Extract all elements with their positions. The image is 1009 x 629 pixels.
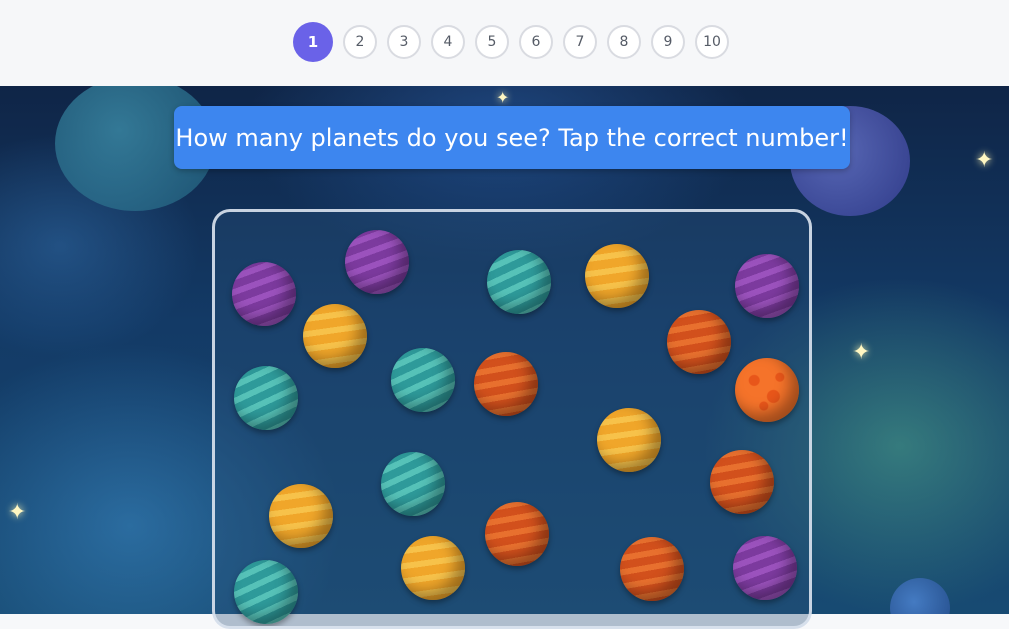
planet-icon xyxy=(487,250,551,314)
planet-icon xyxy=(234,560,298,624)
planet-icon xyxy=(585,244,649,308)
page-button-6[interactable]: 6 xyxy=(519,25,553,59)
planet-icon xyxy=(710,450,774,514)
planet-icon xyxy=(381,452,445,516)
planet-icon xyxy=(269,484,333,548)
planet-icon xyxy=(232,262,296,326)
page-button-7[interactable]: 7 xyxy=(563,25,597,59)
planet-icon xyxy=(735,254,799,318)
planet-icon xyxy=(733,536,797,600)
planet-icon xyxy=(735,358,799,422)
planet-icon xyxy=(474,352,538,416)
planet-icon xyxy=(667,310,731,374)
planet-icon xyxy=(391,348,455,412)
planet-icon xyxy=(597,408,661,472)
planet-icon xyxy=(345,230,409,294)
question-prompt: How many planets do you see? Tap the cor… xyxy=(174,106,850,169)
star-icon: ✦ xyxy=(8,500,27,525)
page-button-1[interactable]: 1 xyxy=(293,22,333,62)
page-button-8[interactable]: 8 xyxy=(607,25,641,59)
top-bar: 1 2 3 4 5 6 7 8 9 10 xyxy=(0,0,1009,86)
page-button-2[interactable]: 2 xyxy=(343,25,377,59)
question-pagination: 1 2 3 4 5 6 7 8 9 10 xyxy=(293,22,735,62)
page-button-4[interactable]: 4 xyxy=(431,25,465,59)
star-icon: ✦ xyxy=(975,148,994,173)
background-planet-small xyxy=(890,578,950,614)
planet-icon xyxy=(401,536,465,600)
planet-icon xyxy=(485,502,549,566)
star-icon: ✦ xyxy=(852,340,871,365)
star-icon: ✦ xyxy=(496,88,510,107)
page-button-5[interactable]: 5 xyxy=(475,25,509,59)
page-button-3[interactable]: 3 xyxy=(387,25,421,59)
page-button-10[interactable]: 10 xyxy=(695,25,729,59)
planet-icon xyxy=(303,304,367,368)
page-button-9[interactable]: 9 xyxy=(651,25,685,59)
planet-counting-board xyxy=(212,209,812,629)
planet-icon xyxy=(620,537,684,601)
planet-icon xyxy=(234,366,298,430)
